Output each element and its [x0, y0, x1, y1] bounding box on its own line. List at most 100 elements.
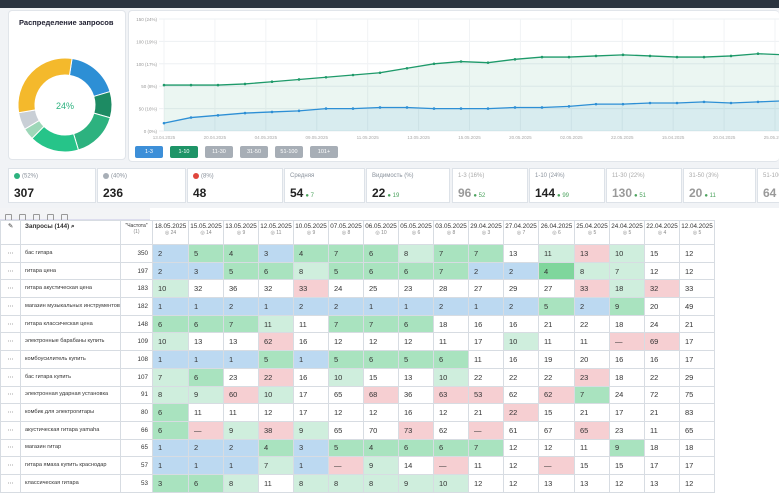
stat-card[interactable]: 31-50 (3%) 20 ● 11: [683, 168, 756, 203]
position-cell[interactable]: 1: [258, 297, 294, 316]
position-cell[interactable]: 3: [258, 244, 294, 263]
position-cell[interactable]: 2: [468, 261, 504, 281]
position-cell[interactable]: 13: [574, 244, 610, 263]
position-cell[interactable]: 7: [468, 438, 504, 458]
position-cell[interactable]: 1: [293, 456, 329, 475]
position-cell[interactable]: 6: [188, 367, 224, 387]
donut-segment[interactable]: [72, 112, 111, 151]
position-cell[interactable]: 8: [293, 261, 329, 281]
position-cell[interactable]: 13: [398, 367, 434, 387]
position-cell[interactable]: 10: [152, 279, 189, 299]
position-cell[interactable]: 2: [223, 297, 259, 316]
position-cell[interactable]: 9: [293, 420, 329, 440]
series-bottom-point[interactable]: [513, 106, 517, 109]
position-cell[interactable]: 10: [609, 244, 645, 263]
query-cell[interactable]: электронная ударная установка: [20, 385, 121, 405]
position-cell[interactable]: 7: [223, 314, 259, 334]
position-cell[interactable]: 9: [188, 385, 224, 405]
series-bottom-point[interactable]: [702, 100, 706, 104]
position-cell[interactable]: 18: [609, 314, 645, 334]
position-cell[interactable]: 13: [538, 473, 575, 493]
position-cell[interactable]: 21: [679, 314, 715, 334]
date-column-header[interactable]: 26.04.2025 ◎ 6: [538, 220, 575, 245]
date-column-header[interactable]: 06.05.2025 ◎ 10: [363, 220, 399, 245]
position-cell[interactable]: 11: [574, 332, 610, 352]
query-cell[interactable]: гитара цена: [20, 261, 121, 281]
position-cell[interactable]: 7: [433, 261, 469, 281]
position-cell[interactable]: 20: [574, 350, 610, 369]
position-cell[interactable]: 62: [258, 332, 294, 352]
series-top-point[interactable]: [351, 73, 355, 77]
position-cell[interactable]: 15: [363, 367, 399, 387]
series-bottom-point[interactable]: [216, 114, 220, 117]
position-cell[interactable]: —: [538, 456, 575, 475]
series-bottom-point[interactable]: [378, 106, 382, 109]
series-top-point[interactable]: [189, 83, 193, 87]
position-cell[interactable]: 8: [398, 244, 434, 263]
position-cell[interactable]: 4: [293, 244, 329, 263]
position-cell[interactable]: 17: [293, 403, 329, 422]
position-cell[interactable]: 2: [152, 261, 189, 281]
position-cell[interactable]: 10: [433, 473, 469, 493]
query-column-header[interactable]: Запросы (144) ⌕: [20, 220, 121, 245]
position-cell[interactable]: 12: [503, 456, 539, 475]
position-cell[interactable]: 13: [574, 473, 610, 493]
range-button-101+[interactable]: 101+: [310, 146, 338, 158]
position-cell[interactable]: 17: [293, 385, 329, 405]
series-bottom-point[interactable]: [189, 116, 193, 119]
position-cell[interactable]: 6: [188, 473, 224, 493]
position-cell[interactable]: 7: [152, 367, 189, 387]
position-cell[interactable]: 32: [188, 279, 224, 299]
position-cell[interactable]: 16: [503, 314, 539, 334]
position-cell[interactable]: 6: [363, 350, 399, 369]
position-cell[interactable]: 6: [152, 420, 189, 440]
series-bottom-point[interactable]: [270, 110, 274, 114]
query-cell[interactable]: классическая гитара: [20, 473, 121, 493]
position-cell[interactable]: 12: [679, 244, 715, 263]
position-cell[interactable]: 11: [188, 403, 224, 422]
position-cell[interactable]: 7: [433, 244, 469, 263]
series-bottom-point[interactable]: [540, 106, 544, 109]
position-cell[interactable]: 8: [363, 473, 399, 493]
query-cell[interactable]: комбоусилитель купить: [20, 350, 121, 369]
position-cell[interactable]: 22: [644, 367, 680, 387]
series-bottom-point[interactable]: [594, 102, 598, 106]
position-cell[interactable]: 1: [152, 297, 189, 316]
position-cell[interactable]: 12: [328, 403, 364, 422]
position-cell[interactable]: 16: [293, 332, 329, 352]
frequency-column-header[interactable]: "Частота" (1): [120, 220, 153, 245]
table-row[interactable]: ⋯ комбик для электрогитары 80 6 11 11 12 17 12 12…: [0, 403, 715, 422]
position-cell[interactable]: 19: [538, 350, 575, 369]
position-cell[interactable]: 15: [574, 456, 610, 475]
position-cell[interactable]: 24: [609, 385, 645, 405]
position-cell[interactable]: 6: [433, 438, 469, 458]
position-cell[interactable]: 1: [223, 350, 259, 369]
position-cell[interactable]: 49: [679, 297, 715, 316]
position-cell[interactable]: 65: [328, 385, 364, 405]
position-cell[interactable]: 5: [398, 350, 434, 369]
position-cell[interactable]: 63: [433, 385, 469, 405]
position-cell[interactable]: 11: [538, 244, 575, 263]
row-handle-icon[interactable]: ⋯: [0, 367, 21, 387]
position-cell[interactable]: 22: [503, 403, 539, 422]
series-top-point[interactable]: [378, 71, 382, 75]
date-column-header[interactable]: 07.05.2025 ◎ 8: [328, 220, 364, 245]
position-cell[interactable]: 62: [503, 385, 539, 405]
position-cell[interactable]: 7: [328, 314, 364, 334]
position-cell[interactable]: 3: [152, 473, 189, 493]
position-cell[interactable]: 13: [644, 473, 680, 493]
row-handle-icon[interactable]: ⋯: [0, 261, 21, 281]
row-handle-icon[interactable]: ⋯: [0, 473, 21, 493]
position-cell[interactable]: 72: [644, 385, 680, 405]
position-cell[interactable]: 20: [644, 297, 680, 316]
series-bottom-point[interactable]: [648, 101, 652, 105]
table-row[interactable]: ⋯ гитара ямаха купить краснодар 57 1 1 1 7 1—9 1…: [0, 456, 715, 475]
position-cell[interactable]: 10: [328, 367, 364, 387]
position-cell[interactable]: 1: [398, 297, 434, 316]
date-column-header[interactable]: 12.05.2025 ◎ 11: [258, 220, 294, 245]
position-cell[interactable]: 1: [223, 456, 259, 475]
position-cell[interactable]: 4: [223, 244, 259, 263]
position-cell[interactable]: 5: [188, 244, 224, 263]
position-cell[interactable]: 11: [538, 332, 575, 352]
row-handle-icon[interactable]: ⋯: [0, 244, 21, 263]
